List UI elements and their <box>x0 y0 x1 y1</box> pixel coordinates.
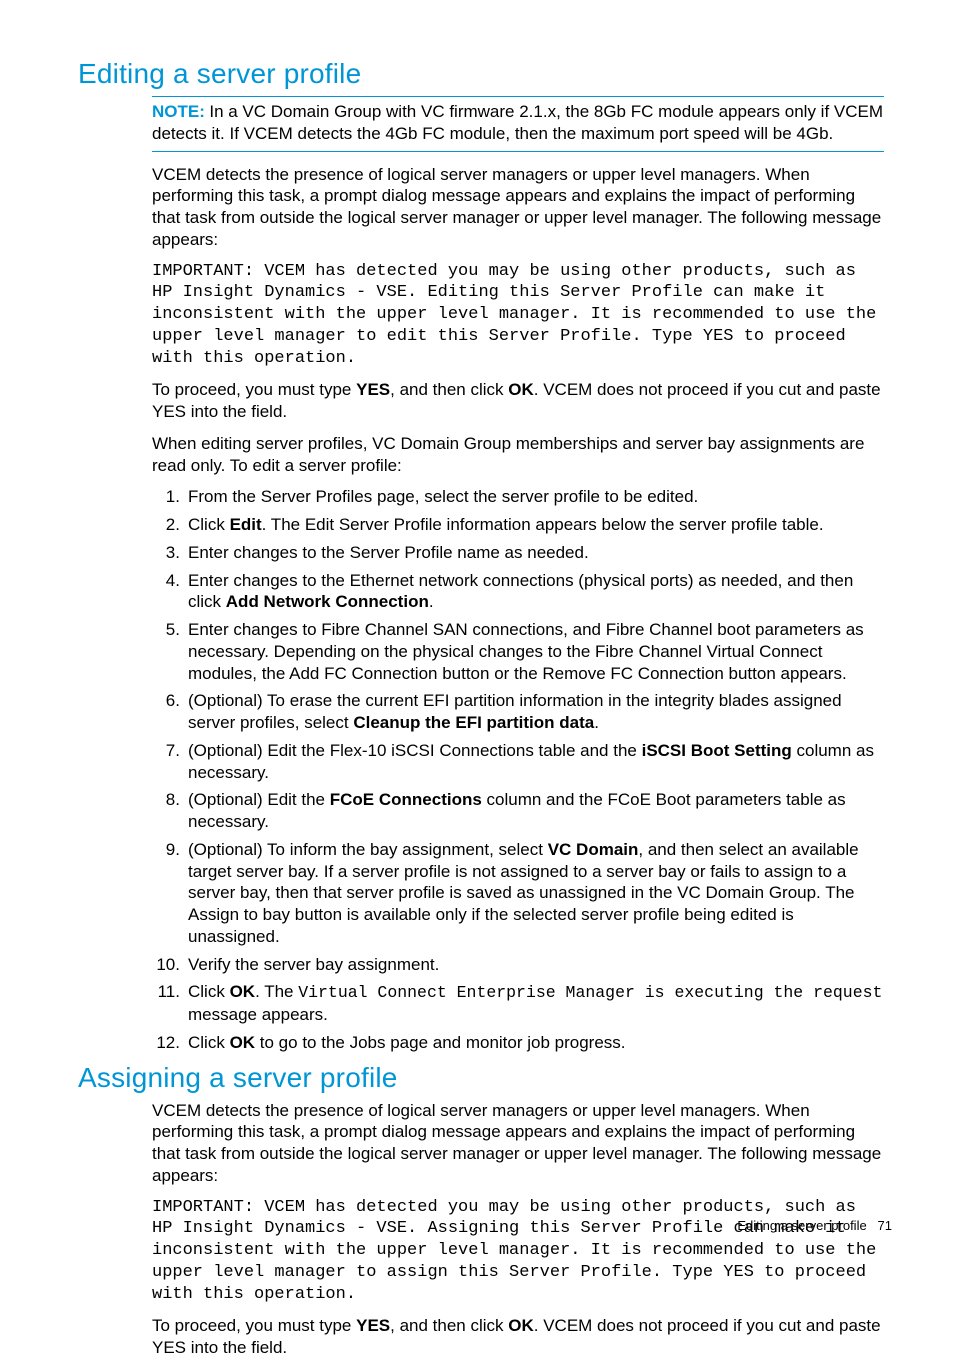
text: (Optional) To inform the bay assignment,… <box>188 840 548 859</box>
step-text: Enter changes to Fibre Channel SAN conne… <box>188 620 864 683</box>
paragraph: To proceed, you must type YES, and then … <box>152 1315 884 1359</box>
paragraph: To proceed, you must type YES, and then … <box>152 379 884 423</box>
text: (Optional) Edit the <box>188 790 330 809</box>
bold-text: YES <box>356 1316 390 1335</box>
bold-text: Cleanup the EFI partition data <box>353 713 594 732</box>
text: . <box>594 713 599 732</box>
paragraph: VCEM detects the presence of logical ser… <box>152 164 884 251</box>
section-heading-editing: Editing a server profile <box>78 58 894 90</box>
bold-text: Add Network Connection <box>226 592 429 611</box>
section1-body: NOTE: In a VC Domain Group with VC firmw… <box>152 96 884 1054</box>
text: (Optional) Edit the Flex-10 iSCSI Connec… <box>188 741 642 760</box>
text: . <box>429 592 434 611</box>
document-page: Editing a server profile NOTE: In a VC D… <box>0 0 954 1271</box>
important-message: IMPORTANT: VCEM has detected you may be … <box>152 261 884 370</box>
bold-text: YES <box>356 380 390 399</box>
text: Click <box>188 515 230 534</box>
step: From the Server Profiles page, select th… <box>152 486 884 508</box>
step: Verify the server bay assignment. <box>152 954 884 976</box>
step-text: Enter changes to the Server Profile name… <box>188 543 589 562</box>
section-heading-assigning: Assigning a server profile <box>78 1062 894 1094</box>
bold-text: OK <box>230 982 256 1001</box>
step: (Optional) Edit the Flex-10 iSCSI Connec… <box>152 740 884 784</box>
bold-text: OK <box>508 380 534 399</box>
text: Click <box>188 982 230 1001</box>
text: . The Edit Server Profile information ap… <box>262 515 824 534</box>
footer-text: Editing a server profile <box>737 1218 866 1233</box>
bold-text: iSCSI Boot Setting <box>642 741 792 760</box>
step: Click Edit. The Edit Server Profile info… <box>152 514 884 536</box>
note-label: NOTE: <box>152 102 205 121</box>
text: message appears. <box>188 1005 328 1024</box>
text: to go to the Jobs page and monitor job p… <box>255 1033 625 1052</box>
text: Click <box>188 1033 230 1052</box>
step: (Optional) Edit the FCoE Connections col… <box>152 789 884 833</box>
bold-text: FCoE Connections <box>330 790 482 809</box>
step-text: Verify the server bay assignment. <box>188 955 439 974</box>
bold-text: Edit <box>230 515 262 534</box>
text: , and then click <box>390 1316 508 1335</box>
bold-text: OK <box>508 1316 534 1335</box>
bold-text: VC Domain <box>548 840 639 859</box>
step: Click OK to go to the Jobs page and moni… <box>152 1032 884 1054</box>
step: Enter changes to Fibre Channel SAN conne… <box>152 619 884 684</box>
important-message: IMPORTANT: VCEM has detected you may be … <box>152 1197 884 1306</box>
text: , and then click <box>390 380 508 399</box>
note-callout: NOTE: In a VC Domain Group with VC firmw… <box>152 96 884 152</box>
step: (Optional) To erase the current EFI part… <box>152 690 884 734</box>
paragraph: VCEM detects the presence of logical ser… <box>152 1100 884 1187</box>
bold-text: OK <box>230 1033 256 1052</box>
mono-text: Virtual Connect Enterprise Manager is ex… <box>298 983 882 1002</box>
text: To proceed, you must type <box>152 380 356 399</box>
procedure-steps: From the Server Profiles page, select th… <box>152 486 884 1053</box>
step: Enter changes to the Server Profile name… <box>152 542 884 564</box>
text: To proceed, you must type <box>152 1316 356 1335</box>
paragraph: When editing server profiles, VC Domain … <box>152 433 884 477</box>
step: Click OK. The Virtual Connect Enterprise… <box>152 981 884 1026</box>
text: . The <box>255 982 298 1001</box>
step: Enter changes to the Ethernet network co… <box>152 570 884 614</box>
page-number: 71 <box>878 1218 892 1233</box>
note-text: In a VC Domain Group with VC firmware 2.… <box>152 102 883 143</box>
step: (Optional) To inform the bay assignment,… <box>152 839 884 948</box>
step-text: From the Server Profiles page, select th… <box>188 487 698 506</box>
page-footer: Editing a server profile 71 <box>737 1218 892 1233</box>
